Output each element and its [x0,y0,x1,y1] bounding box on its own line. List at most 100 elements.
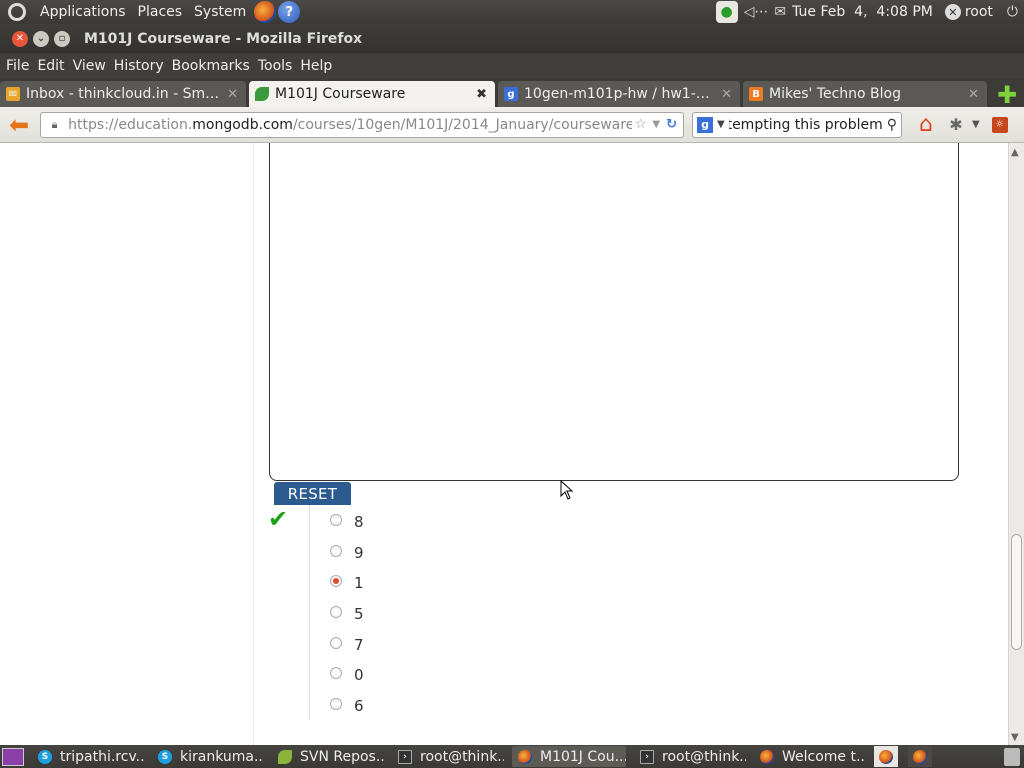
mail-indicator-icon[interactable]: ✉ [774,4,786,20]
firefox-icon [913,749,927,764]
radio-button[interactable] [330,667,342,680]
lock-icon: 🔒︎ [51,117,58,131]
menu-file[interactable]: File [2,58,33,74]
menu-help[interactable]: Help [296,58,336,74]
radio-button-selected[interactable] [330,575,342,588]
radio-button[interactable] [330,697,342,710]
answer-option[interactable]: 1 [330,568,364,599]
system-menu[interactable]: System [188,4,252,20]
search-icon[interactable]: ⚲ [887,117,897,133]
places-menu[interactable]: Places [132,4,189,20]
tab-label: Mikes' Techno Blog [769,86,901,102]
menu-bookmarks[interactable]: Bookmarks [168,58,254,74]
google-search-engine-icon[interactable]: g [697,116,713,133]
correct-check-icon: ✔ [268,505,289,533]
vertical-scrollbar[interactable]: ▲ ▼ [1008,143,1024,745]
search-engine-dropdown-icon[interactable]: ▼ [717,119,725,130]
answer-option[interactable]: 7 [330,629,364,660]
toolbar-dropdown-icon[interactable]: ▼ [972,119,980,130]
radio-button[interactable] [330,636,342,649]
menu-history[interactable]: History [110,58,168,74]
volume-icon[interactable]: ◁⋯ [744,4,769,20]
minimize-window-button[interactable]: ⌄ [33,30,49,47]
blogger-icon: B [749,87,763,101]
ubuntu-logo-icon[interactable] [8,3,26,21]
tab-courseware[interactable]: M101J Courseware ✖ [249,81,495,107]
user-name: root [964,4,993,20]
firebug-icon[interactable]: ✱ [946,115,966,135]
svn-icon [278,749,292,764]
taskbar-item[interactable]: Welcome t... [754,746,864,767]
trash-icon[interactable] [1004,747,1020,766]
user-menu[interactable]: ✕ root [944,4,993,20]
terminal-icon: › [398,749,412,764]
applications-menu[interactable]: Applications [34,4,132,20]
url-bar[interactable]: 🔒︎ https://education.mongodb.com/courses… [40,111,684,138]
options-divider [309,505,310,720]
maximize-window-button[interactable]: ▫ [54,30,70,47]
option-label: 1 [354,574,364,593]
close-tab-icon[interactable]: ✖ [476,87,487,102]
taskbar-item-active[interactable]: M101J Cou... [512,746,626,767]
reset-button[interactable]: RESET [274,482,351,505]
mouse-cursor-icon [560,480,574,500]
menu-tools[interactable]: Tools [254,58,297,74]
taskbar-item-label: SVN Repos... [300,748,384,765]
radio-button[interactable] [330,514,342,527]
tab-github-hw[interactable]: g 10gen-m101p-hw / hw1-3.py... ✕ [498,81,740,107]
chat-status-icon[interactable]: ● [715,1,738,23]
taskbar-item-label: kirankuma... [180,748,264,765]
firefox-icon [518,749,532,764]
answer-option[interactable]: 5 [330,599,364,630]
scrollbar-thumb[interactable] [1011,534,1022,650]
answer-option[interactable]: 9 [330,538,364,569]
option-label: 9 [354,543,364,562]
taskbar-item-label: root@think... [420,748,504,765]
scroll-up-icon[interactable]: ▲ [1011,147,1019,158]
close-tab-icon[interactable]: ✕ [227,87,238,102]
firefox-tray-icon[interactable] [908,746,932,767]
close-tab-icon[interactable]: ✕ [968,87,979,102]
taskbar-item[interactable]: S tripathi.rcv... [32,746,144,767]
url-history-dropdown-icon[interactable]: ▼ [652,119,660,130]
answer-option[interactable]: 0 [330,660,364,691]
new-tab-plus-icon[interactable]: ✚ [994,83,1020,107]
option-label: 7 [354,635,364,654]
search-input[interactable] [728,116,883,133]
radio-button[interactable] [330,544,342,557]
firefox-icon [879,749,893,764]
home-icon[interactable]: ⌂ [914,112,938,137]
skype-icon: S [38,749,52,764]
sidebar-divider [253,143,254,745]
navigation-toolbar: ⬅ 🔒︎ https://education.mongodb.com/cours… [0,107,1024,143]
bookmark-star-icon[interactable]: ☆ [635,117,647,132]
taskbar-item[interactable]: S kirankuma... [152,746,264,767]
tab-label: Inbox - thinkcloud.in - Smart... [26,86,222,102]
tab-techno-blog[interactable]: B Mikes' Techno Blog ✕ [743,81,987,107]
clock[interactable]: Tue Feb 4, 4:08 PM [792,4,933,20]
close-tab-icon[interactable]: ✕ [721,87,732,102]
menu-edit[interactable]: Edit [33,58,68,74]
firefox-tray-icon[interactable] [874,746,898,767]
radio-button[interactable] [330,606,342,619]
back-arrow-icon[interactable]: ⬅ [4,110,34,140]
answer-option[interactable]: 8 [330,507,364,538]
help-icon[interactable]: ? [278,1,301,23]
scroll-down-icon[interactable]: ▼ [1011,732,1019,743]
reload-icon[interactable]: ↻ [666,117,677,132]
problem-canvas[interactable] [269,143,959,481]
show-desktop-icon[interactable] [2,747,24,766]
tab-inbox[interactable]: ✉ Inbox - thinkcloud.in - Smart... ✕ [0,81,246,107]
google-icon: g [504,87,518,101]
close-window-button[interactable]: ✕ [12,30,28,47]
taskbar-item[interactable]: › root@think... [392,746,504,767]
search-bar[interactable]: g ▼ ⚲ [692,111,902,138]
answer-option[interactable]: 6 [330,691,364,722]
power-icon[interactable]: ⏻ [1007,4,1018,20]
taskbar-item[interactable]: SVN Repos... [272,746,384,767]
extension-icon[interactable]: ☼ [991,116,1008,133]
window-titlebar[interactable]: ✕ ⌄ ▫ M101J Courseware - Mozilla Firefox [0,24,1024,53]
taskbar-item[interactable]: › root@think... [634,746,746,767]
firefox-launcher-icon[interactable] [254,1,277,23]
menu-view[interactable]: View [69,58,110,74]
